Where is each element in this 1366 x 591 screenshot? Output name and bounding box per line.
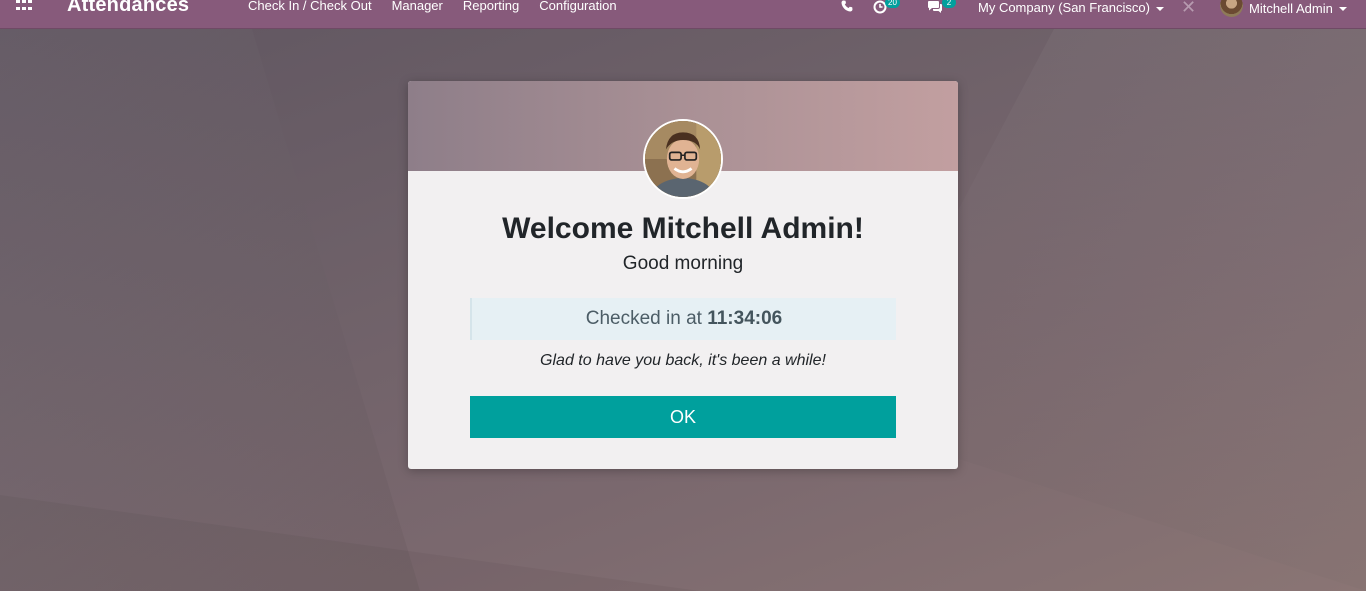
app-brand[interactable]: Attendances (67, 0, 189, 17)
close-icon[interactable]: ✕ (1181, 0, 1196, 18)
top-navbar: Attendances Check In / Check Out Manager… (0, 0, 1366, 29)
employee-avatar (643, 119, 723, 199)
activity-clock-icon[interactable]: 20 (873, 0, 900, 17)
welcome-dialog: Welcome Mitchell Admin! Good morning Che… (408, 81, 958, 469)
greeting-text: Good morning (622, 253, 744, 274)
messages-icon[interactable]: 2 (927, 0, 956, 17)
menu-manager[interactable]: Manager (392, 0, 443, 13)
activity-count-badge: 20 (885, 0, 900, 8)
menu-check-in-check-out[interactable]: Check In / Check Out (248, 0, 372, 13)
welcome-message: Glad to have you back, it's been a while… (540, 352, 826, 369)
check-in-time: 11:34:06 (707, 308, 783, 329)
user-menu[interactable]: Mitchell Admin (1220, 0, 1347, 17)
phone-icon[interactable] (841, 0, 853, 15)
background-facet (0, 29, 420, 591)
company-switcher[interactable]: My Company (San Francisco) (978, 0, 1164, 15)
chevron-down-icon (1155, 6, 1164, 11)
check-in-status: Checked in at 11:34:06 (470, 298, 896, 340)
main-menu: Check In / Check Out Manager Reporting C… (248, 0, 637, 13)
message-count-badge: 2 (942, 0, 956, 8)
ok-button[interactable]: OK (470, 396, 896, 438)
menu-reporting[interactable]: Reporting (463, 0, 519, 13)
user-name: Mitchell Admin (1249, 1, 1333, 16)
apps-menu-icon[interactable] (16, 0, 34, 12)
chevron-down-icon (1338, 6, 1347, 11)
user-avatar (1220, 0, 1243, 17)
company-name: My Company (San Francisco) (978, 0, 1150, 15)
menu-configuration[interactable]: Configuration (539, 0, 616, 13)
check-in-label: Checked in at (585, 308, 708, 329)
welcome-heading: Welcome Mitchell Admin! (502, 212, 864, 245)
